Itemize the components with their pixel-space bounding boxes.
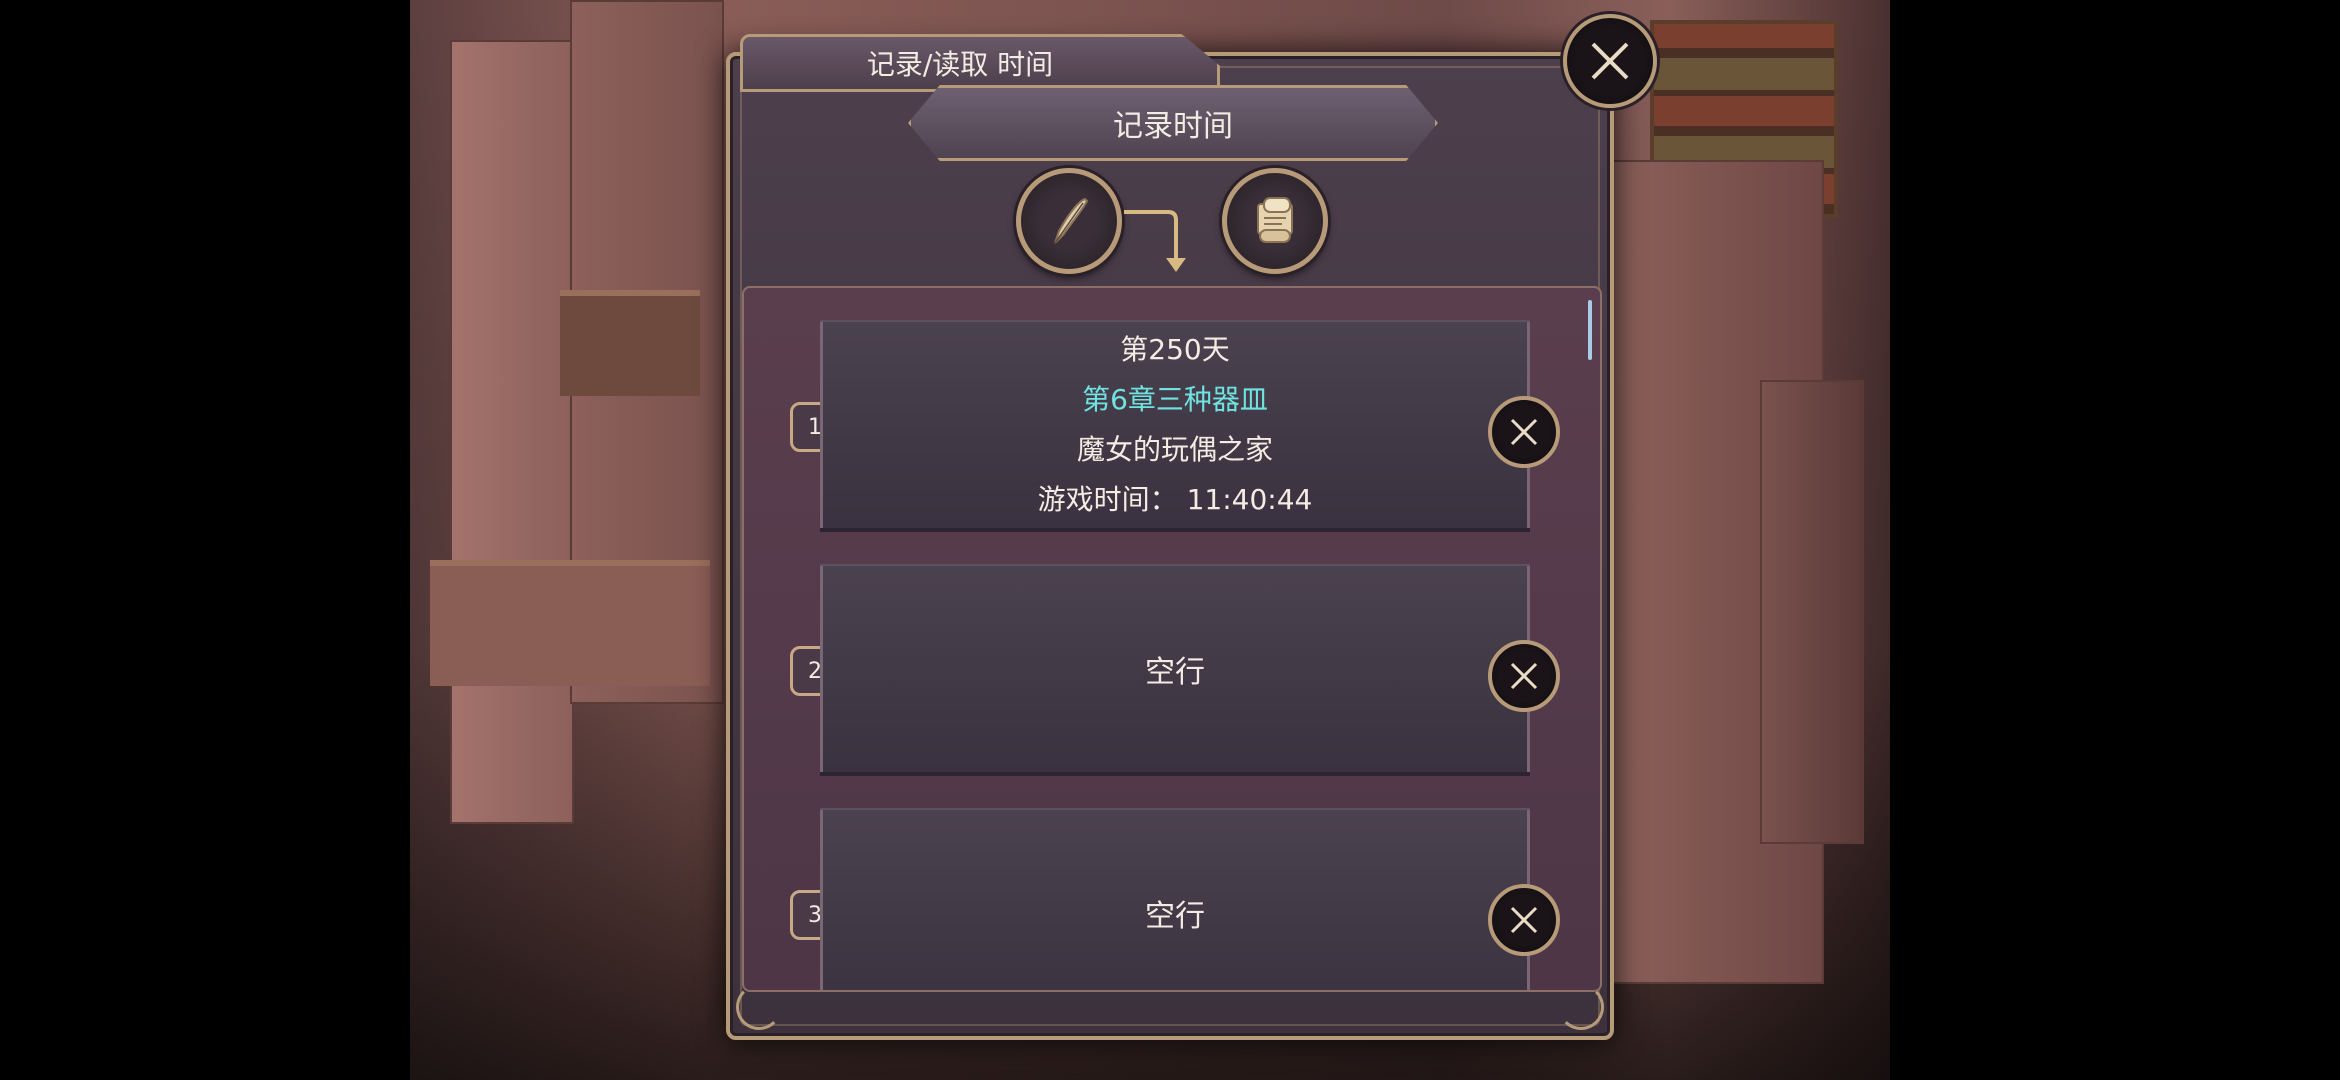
delete-slot-2-button[interactable] bbox=[1488, 640, 1560, 712]
scroll-icon bbox=[1257, 197, 1293, 243]
delete-x-icon bbox=[1510, 418, 1538, 446]
list-scrollbar[interactable] bbox=[1588, 300, 1592, 360]
dialog-tab-title-text: 记录/读取 时间 bbox=[866, 48, 1054, 81]
save-mode-button[interactable] bbox=[1016, 168, 1122, 274]
delete-slot-1-button[interactable] bbox=[1488, 396, 1560, 468]
slot-empty-label: 空行 bbox=[1145, 655, 1205, 690]
save-slot-1[interactable]: 第250天 第6章三种器皿 魔女的玩偶之家 游戏时间： 11:40:44 bbox=[820, 322, 1530, 528]
save-slot-2[interactable]: 空行 bbox=[820, 566, 1530, 772]
close-button[interactable] bbox=[1563, 14, 1657, 108]
quill-pen-icon bbox=[1054, 197, 1089, 244]
game-screen: 记录/读取 时间 记录时间 1 第250天 第6章三种器皿 魔女的玩偶之家 游戏… bbox=[0, 0, 2340, 1080]
delete-x-icon bbox=[1510, 906, 1538, 934]
slot-empty-label: 空行 bbox=[1145, 899, 1205, 934]
load-mode-button[interactable] bbox=[1222, 168, 1328, 274]
desk bbox=[560, 290, 700, 396]
close-x-icon bbox=[1591, 42, 1629, 80]
wooden-plank bbox=[430, 560, 710, 686]
dialog-subtitle: 记录时间 bbox=[908, 85, 1438, 161]
slot-location: 魔女的玩偶之家 bbox=[1076, 433, 1273, 466]
delete-slot-3-button[interactable] bbox=[1488, 884, 1560, 956]
delete-x-icon bbox=[1510, 662, 1538, 690]
slot-chapter: 第6章三种器皿 bbox=[1082, 383, 1268, 416]
slot-play-time: 游戏时间： 11:40:44 bbox=[1037, 483, 1313, 516]
slot-day: 第250天 bbox=[1120, 333, 1230, 366]
dialog-subtitle-text: 记录时间 bbox=[1113, 109, 1233, 144]
mode-arrow-icon bbox=[1124, 210, 1186, 272]
save-slot-list[interactable]: 1 第250天 第6章三种器皿 魔女的玩偶之家 游戏时间： 11:40:44 2… bbox=[742, 286, 1602, 992]
wall-right-2 bbox=[1760, 380, 1864, 844]
wall-left bbox=[450, 40, 574, 824]
dialog-tab-title: 记录/读取 时间 bbox=[740, 34, 1220, 92]
save-slot-3[interactable]: 空行 bbox=[820, 810, 1530, 990]
